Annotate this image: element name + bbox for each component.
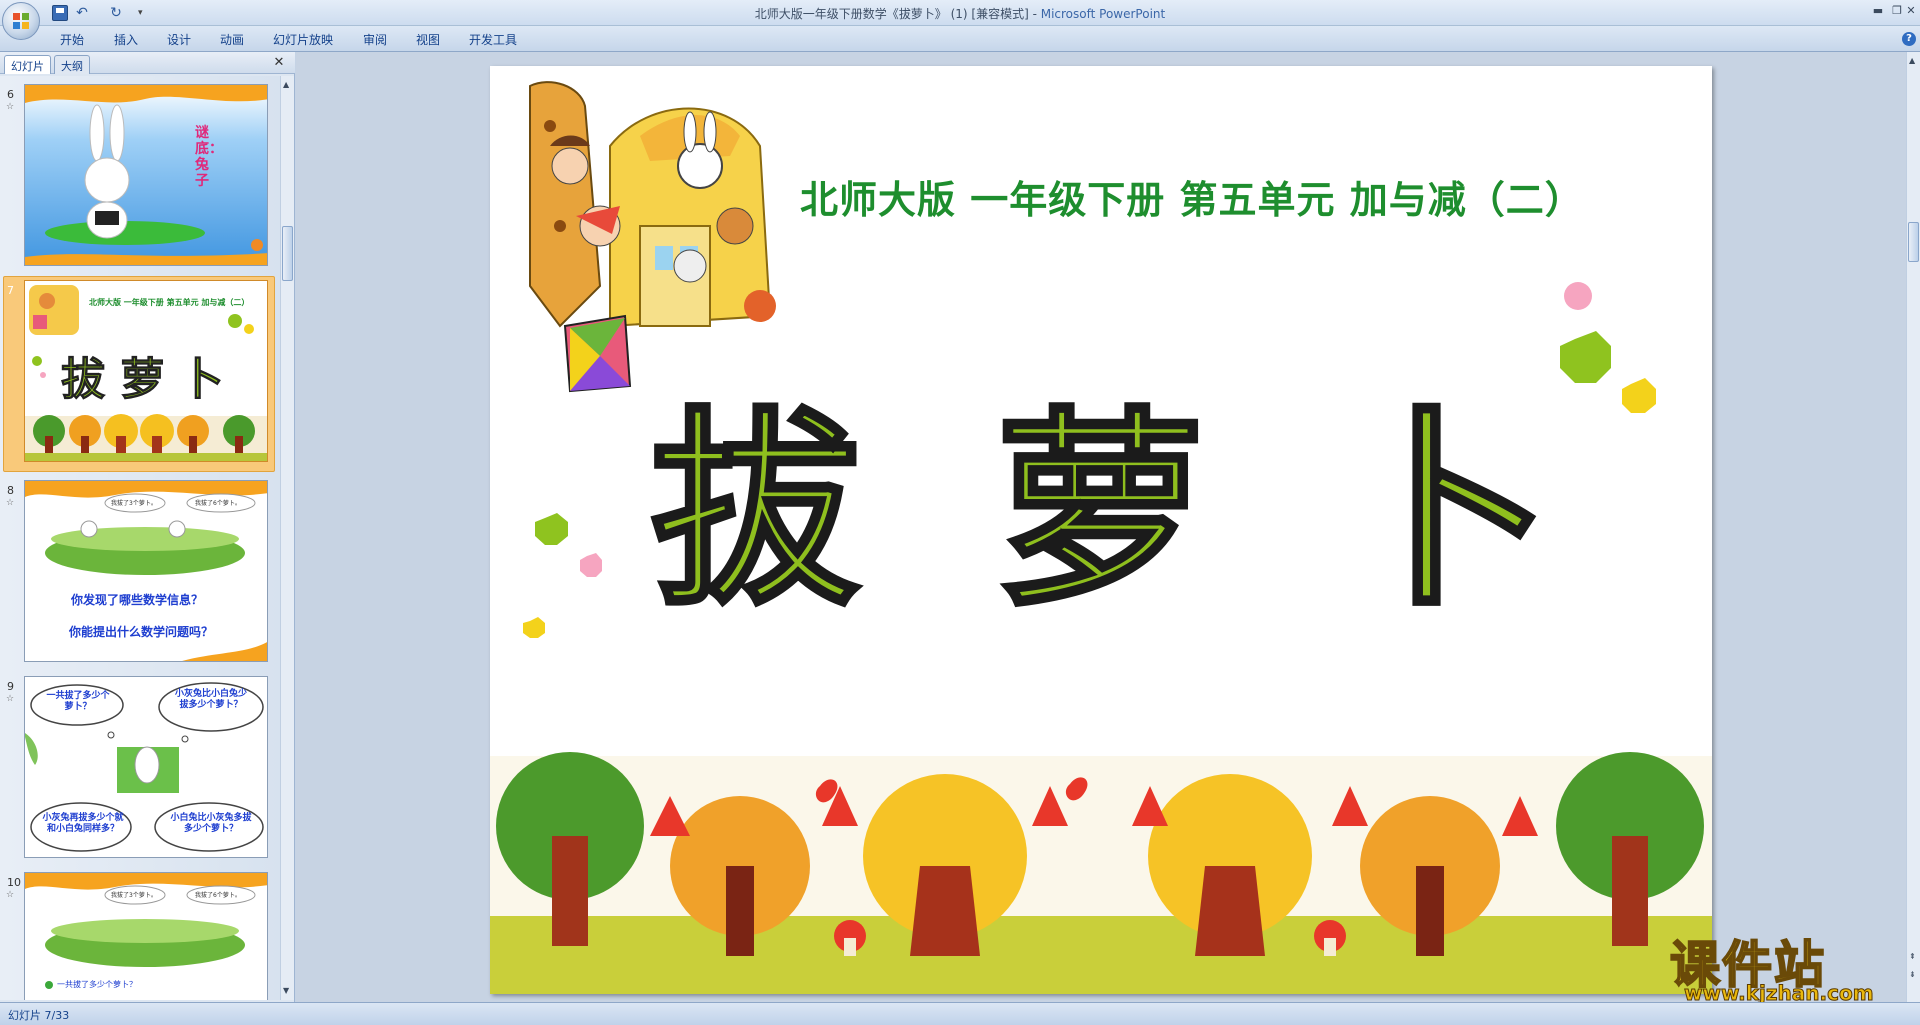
animal-house-illustration: [529, 81, 776, 393]
thumb-8-bubble-2: 我拔了6个萝卜。: [195, 500, 241, 507]
tab-view[interactable]: 视图: [416, 31, 440, 48]
help-icon[interactable]: ?: [1902, 32, 1916, 46]
animation-star-icon: ☆: [6, 694, 15, 704]
animation-star-icon: ☆: [6, 498, 15, 508]
ribbon-tab-bar: 开始 插入 设计 动画 幻灯片放映 审阅 视图 开发工具 ?: [0, 26, 1920, 52]
office-button[interactable]: [2, 2, 40, 40]
tab-design[interactable]: 设计: [167, 31, 191, 48]
slide-counter: 幻灯片 7/33: [8, 1009, 70, 1022]
thumb-number: 10: [7, 876, 21, 889]
title-char-2: 萝: [993, 387, 1207, 634]
thumb-8-question-1: 你发现了哪些数学信息？: [71, 593, 204, 607]
scroll-up-icon[interactable]: ▲: [283, 80, 289, 89]
title-char-3: 卜: [1338, 387, 1552, 634]
slide-title: 拔 萝 卜: [648, 387, 1552, 634]
panel-tabs: 幻灯片 大纲 ✕: [0, 52, 295, 74]
window-title-app: Microsoft PowerPoint: [1040, 7, 1166, 21]
thumb-6-riddle: 谜底：兔子: [195, 125, 223, 189]
tab-slide-show[interactable]: 幻灯片放映: [273, 31, 333, 48]
thumb-number: 6: [7, 88, 14, 101]
tab-outline[interactable]: 大纲: [54, 55, 90, 74]
thumb-number: 9: [7, 680, 14, 693]
scrollbar-thumb[interactable]: [1908, 222, 1919, 262]
tab-slides[interactable]: 幻灯片: [4, 55, 51, 74]
thumb-10-bubble-1: 我拔了3个萝卜。: [111, 892, 157, 899]
title-bar: ↶ ↻ ▾ 北师大版一年级下册数学《拔萝卜》 (1) [兼容模式] - Micr…: [0, 0, 1920, 40]
forest-border: [490, 752, 1712, 994]
slide-subtitle: 北师大版 一年级下册 第五单元 加与减（二）: [800, 178, 1584, 222]
scroll-up-icon[interactable]: ▲: [1909, 56, 1915, 65]
title-char-1: 拔: [648, 387, 862, 634]
thumb-10-bubble-2: 我拔了6个萝卜。: [195, 892, 241, 899]
thumb-6-art: [25, 85, 267, 265]
tab-animations[interactable]: 动画: [220, 31, 244, 48]
thumb-number: 7: [7, 284, 14, 297]
pink-dot: [1564, 282, 1592, 310]
animation-star-icon: ☆: [6, 102, 15, 112]
thumb-10-caption: 一共拔了多少个萝卜？: [57, 980, 137, 989]
thumb-9-bubble-4: 小白兔比小灰兔多拔多少个萝卜？: [170, 813, 252, 834]
window-title-doc: 北师大版一年级下册数学《拔萝卜》 (1) [兼容模式] -: [754, 7, 1041, 21]
slide-thumbnail-8[interactable]: 我拔了3个萝卜。 我拔了6个萝卜。 你发现了哪些数学信息？ 你能提出什么数学问题…: [24, 480, 268, 662]
animation-star-icon: ☆: [6, 890, 15, 900]
slide-thumbnail-10[interactable]: 我拔了3个萝卜。 我拔了6个萝卜。 一共拔了多少个萝卜？: [24, 872, 268, 1000]
tab-home[interactable]: 开始: [60, 31, 84, 48]
slide-thumbnails: 6 ☆ 谜底：兔子 7 北师大版 一年级下册 第五单元 加与减（二） 拔 萝 卜…: [0, 76, 280, 1000]
scroll-down-icon[interactable]: ▼: [283, 986, 289, 995]
thumb-8-question-2: 你能提出什么数学问题吗？: [69, 625, 214, 639]
thumb-7-title: 拔 萝 卜: [61, 354, 225, 406]
thumb-number: 8: [7, 484, 14, 497]
thumb-7-heading: 北师大版 一年级下册 第五单元 加与减（二）: [89, 298, 250, 307]
yellow-octagon: [1622, 378, 1656, 413]
thumbnails-scrollbar[interactable]: ▲ ▼: [280, 76, 294, 1000]
slide-thumbnail-6[interactable]: 谜底：兔子: [24, 84, 268, 266]
thumb-8-bubble-1: 我拔了3个萝卜。: [111, 500, 157, 507]
tab-insert[interactable]: 插入: [114, 31, 138, 48]
close-icon[interactable]: ✕: [1904, 2, 1918, 20]
watermark-logo: 课件站 www.kjzhan.com: [1668, 925, 1918, 1006]
office-logo-icon: [13, 13, 29, 29]
tab-review[interactable]: 审阅: [363, 31, 387, 48]
thumb-9-bubble-1: 一共拔了多少个萝卜？: [46, 691, 110, 712]
slide-thumbnail-7[interactable]: 北师大版 一年级下册 第五单元 加与减（二） 拔 萝 卜: [24, 280, 268, 462]
current-slide[interactable]: 北师大版 一年级下册 第五单元 加与减（二） 拔 萝 卜: [490, 66, 1712, 994]
slide-scrollbar[interactable]: ▲ ⇞ ⇟: [1906, 52, 1920, 1002]
close-icon[interactable]: ✕: [272, 55, 286, 70]
green-octagon: [1560, 331, 1611, 383]
status-bar: 幻灯片 7/33: [0, 1002, 1920, 1025]
tab-developer[interactable]: 开发工具: [469, 31, 517, 48]
slides-panel: 幻灯片 大纲 ✕ 6 ☆ 谜底：兔子 7 北师大版 一年级下册 第五单元 加与减…: [0, 52, 295, 1002]
thumb-9-bubble-2: 小灰兔比小白兔少拔多少个萝卜？: [174, 689, 247, 710]
slide-thumbnail-9[interactable]: 一共拔了多少个萝卜？ 小灰兔比小白兔少拔多少个萝卜？ 小灰兔再拔多少个就和小白兔…: [24, 676, 268, 858]
thumb-9-bubble-3: 小灰兔再拔多少个就和小白兔同样多？: [42, 813, 124, 834]
scrollbar-thumb[interactable]: [282, 226, 293, 281]
window-title: 北师大版一年级下册数学《拔萝卜》 (1) [兼容模式] - Microsoft …: [0, 5, 1920, 22]
